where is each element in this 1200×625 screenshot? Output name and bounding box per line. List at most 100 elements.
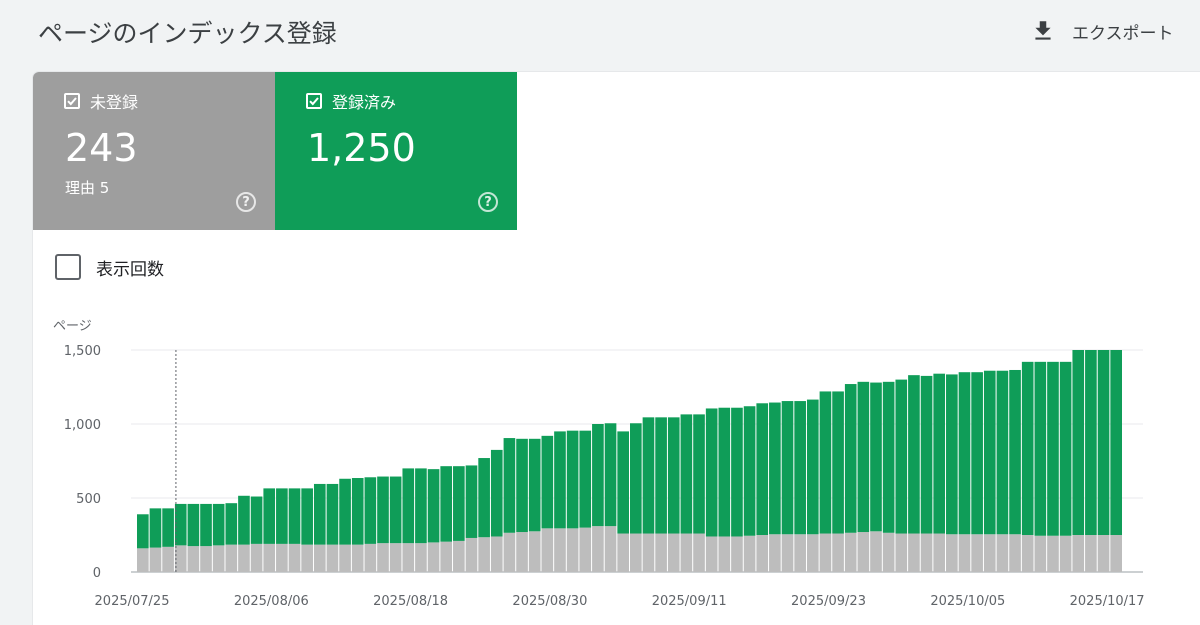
bar-not-indexed — [263, 543, 276, 572]
bar-not-indexed — [592, 526, 604, 572]
x-tick-label: 2025/10/17 — [1070, 594, 1145, 609]
bar-indexed — [920, 375, 933, 534]
bar-not-indexed — [1110, 535, 1122, 572]
export-label: エクスポート — [1072, 23, 1174, 44]
bar-not-indexed — [465, 537, 478, 572]
bar-indexed — [1034, 361, 1047, 536]
bar-not-indexed — [1085, 535, 1097, 572]
bar-indexed — [630, 423, 642, 534]
bar-not-indexed — [200, 546, 212, 572]
bar-indexed — [756, 403, 769, 535]
bar-indexed — [554, 431, 566, 529]
bar-indexed — [566, 430, 579, 529]
bar-not-indexed — [743, 535, 756, 572]
bar-not-indexed — [554, 528, 566, 572]
bar-not-indexed — [377, 543, 389, 572]
bar-indexed — [983, 370, 996, 535]
bar-indexed — [1021, 361, 1034, 535]
bar-indexed — [1059, 361, 1072, 536]
bar-not-indexed — [908, 533, 920, 572]
index-chart: ページ 0 500 1,000 1,500 2025/07/25 2025/08/06 202… — [53, 319, 1145, 609]
bar-indexed — [339, 478, 351, 545]
bar-indexed — [819, 391, 832, 534]
bar-not-indexed — [402, 543, 415, 572]
bar-not-indexed — [781, 534, 794, 572]
bar-not-indexed — [566, 528, 579, 572]
x-tick-label: 2025/09/11 — [652, 594, 727, 609]
bar-indexed — [263, 488, 276, 544]
bar-not-indexed — [174, 545, 187, 572]
y-tick-label: 1,500 — [64, 344, 101, 359]
bar-not-indexed — [1097, 535, 1110, 572]
bar-not-indexed — [440, 541, 453, 572]
bar-indexed — [794, 401, 806, 535]
y-tick-label: 1,000 — [64, 418, 101, 433]
bar-not-indexed — [895, 533, 908, 572]
bar-indexed — [1097, 350, 1110, 535]
bar-not-indexed — [478, 537, 490, 572]
export-button[interactable]: エクスポート — [1030, 16, 1174, 46]
bar-indexed — [806, 399, 819, 535]
bar-not-indexed — [238, 544, 250, 572]
bar-not-indexed — [339, 544, 351, 572]
bar-indexed — [579, 430, 592, 528]
bar-indexed — [440, 466, 453, 542]
bar-not-indexed — [162, 546, 174, 572]
bar-not-indexed — [983, 534, 996, 572]
bar-indexed — [149, 508, 162, 548]
bar-not-indexed — [794, 534, 806, 572]
bar-not-indexed — [351, 544, 364, 572]
bar-not-indexed — [415, 543, 427, 572]
bar-not-indexed — [971, 534, 983, 572]
bar-indexed — [490, 449, 503, 537]
bar-indexed — [528, 438, 541, 532]
bar-not-indexed — [364, 543, 377, 572]
bar-not-indexed — [667, 533, 680, 572]
x-tick-label: 2025/08/06 — [234, 594, 309, 609]
bar-indexed — [604, 423, 617, 527]
page-title: ページのインデックス登録 — [38, 19, 337, 48]
bar-indexed — [946, 374, 958, 535]
y-axis-label: ページ — [53, 319, 92, 334]
bar-not-indexed — [996, 534, 1009, 572]
bar-indexed — [389, 476, 402, 544]
bar-not-indexed — [718, 536, 731, 572]
bar-indexed — [225, 503, 238, 545]
bar-not-indexed — [1072, 535, 1085, 572]
x-tick-label: 2025/08/18 — [373, 594, 448, 609]
bar-indexed — [971, 372, 983, 535]
bar-not-indexed — [693, 533, 705, 572]
page-header: ページのインデックス登録 エクスポート — [0, 0, 1200, 64]
bar-not-indexed — [1021, 535, 1034, 572]
bar-indexed — [503, 438, 516, 533]
bar-indexed — [541, 435, 554, 529]
bar-indexed — [174, 503, 187, 546]
bar-indexed — [743, 406, 756, 536]
bar-not-indexed — [946, 534, 958, 572]
bar-indexed — [238, 495, 250, 545]
y-tick-label: 0 — [93, 566, 101, 581]
bar-not-indexed — [516, 532, 528, 572]
bar-not-indexed — [579, 527, 592, 572]
bar-indexed — [895, 379, 908, 534]
bar-not-indexed — [630, 533, 642, 572]
bar-not-indexed — [819, 533, 832, 572]
bar-indexed — [250, 496, 263, 544]
bar-not-indexed — [453, 540, 465, 572]
bar-indexed — [933, 373, 946, 534]
bar-not-indexed — [832, 533, 844, 572]
bar-not-indexed — [604, 526, 617, 572]
bar-indexed — [693, 414, 705, 534]
bar-indexed — [705, 408, 718, 537]
bar-not-indexed — [870, 531, 882, 572]
bar-indexed — [592, 424, 604, 527]
bar-indexed — [781, 401, 794, 535]
bar-indexed — [1072, 350, 1085, 535]
bar-not-indexed — [1034, 535, 1047, 572]
bar-not-indexed — [680, 533, 693, 572]
bar-indexed — [288, 488, 301, 544]
bar-indexed — [996, 370, 1009, 535]
bar-not-indexed — [642, 533, 655, 572]
x-tick-label: 2025/08/30 — [512, 594, 587, 609]
bar-not-indexed — [326, 544, 339, 572]
